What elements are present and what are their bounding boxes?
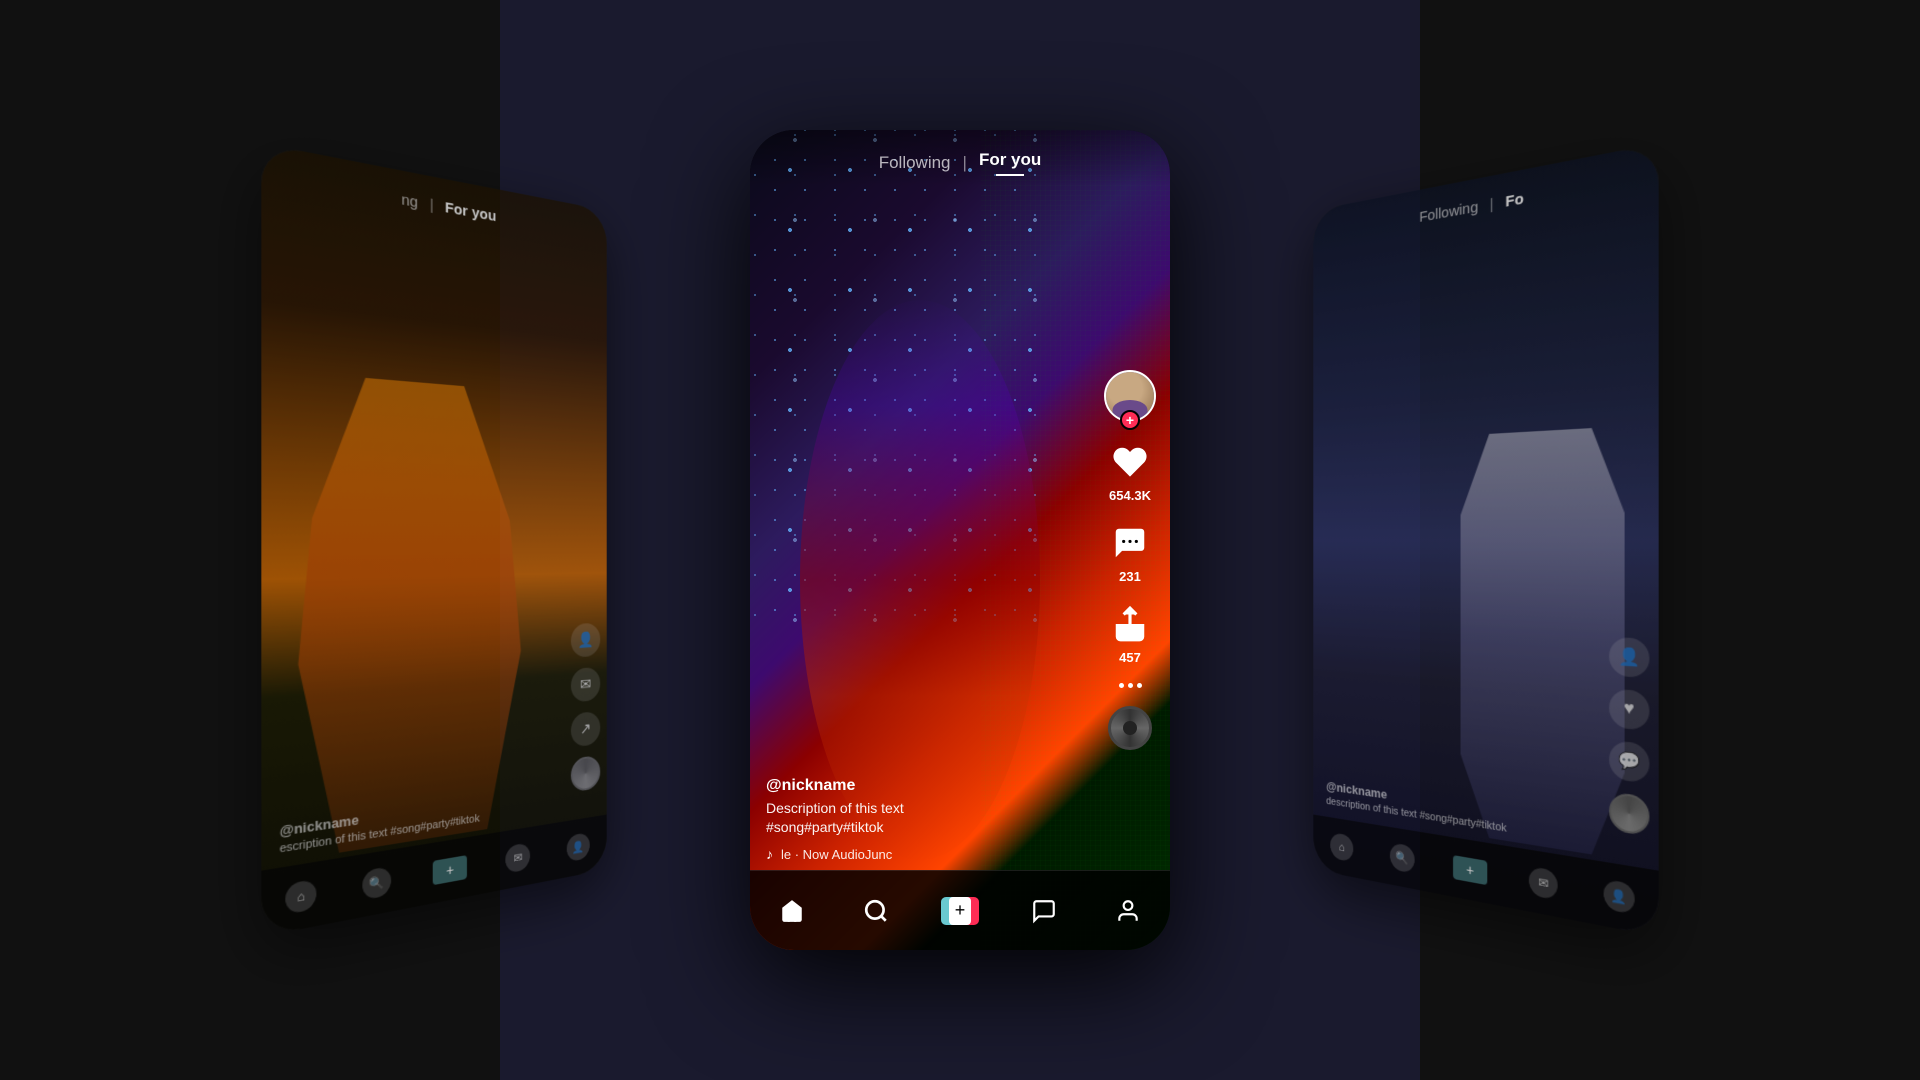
dot-3 — [1137, 683, 1142, 688]
comment-action: 231 — [1108, 521, 1152, 584]
more-action[interactable] — [1119, 683, 1142, 688]
nav-inbox[interactable] — [1002, 898, 1086, 924]
nav-search[interactable] — [834, 898, 918, 924]
video-description: Description of this text #song#party#tik… — [766, 799, 1100, 838]
nav-profile[interactable] — [1086, 898, 1170, 924]
comment-button[interactable] — [1108, 521, 1152, 565]
share-count: 457 — [1119, 650, 1141, 665]
left-nav-profile[interactable]: 👤 — [567, 832, 590, 862]
right-separator: | — [1490, 196, 1494, 214]
right-phone-content: Following | Fo 👤 ♥ 💬 @nickname descripti… — [1313, 143, 1658, 937]
video-username[interactable]: @nickname — [766, 777, 1100, 795]
right-nav-home[interactable]: ⌂ — [1330, 832, 1353, 862]
right-like-icon[interactable]: ♥ — [1609, 688, 1649, 731]
left-nav-search[interactable]: 🔍 — [362, 866, 391, 900]
music-bar: ♪ le · Now AudioJunc — [766, 846, 1100, 862]
left-separator: | — [430, 196, 434, 214]
right-profile-icon[interactable]: 👤 — [1609, 637, 1649, 678]
dot-1 — [1119, 683, 1124, 688]
left-profile-icon[interactable]: 👤 — [571, 623, 600, 658]
like-action: 654.3K — [1108, 440, 1152, 503]
right-comment-icon[interactable]: 💬 — [1609, 740, 1649, 784]
left-share-icon[interactable]: ↗ — [571, 711, 600, 748]
dot-2 — [1128, 683, 1133, 688]
share-button[interactable] — [1108, 602, 1152, 646]
music-name: le · Now AudioJunc — [781, 847, 892, 862]
main-nav-tabs: Following | For you — [750, 150, 1170, 176]
nav-home[interactable] — [750, 898, 834, 924]
music-disc[interactable] — [1108, 706, 1152, 750]
left-nav-inbox[interactable]: ✉ — [506, 842, 531, 873]
left-phone-content: ng | For you 👤 ✉ ↗ @nickname escription … — [261, 143, 606, 937]
more-dots-icon — [1119, 683, 1142, 688]
phone-header: Following | For you — [750, 130, 1170, 186]
like-count: 654.3K — [1109, 488, 1151, 503]
left-nav-add[interactable]: + — [433, 855, 467, 885]
comment-count: 231 — [1119, 569, 1141, 584]
right-nav-profile[interactable]: 👤 — [1603, 879, 1634, 915]
left-nav-home[interactable]: ⌂ — [286, 879, 317, 915]
add-btn-center: + — [949, 897, 971, 925]
bottom-navigation: + — [750, 870, 1170, 950]
left-following-tab[interactable]: ng — [401, 191, 418, 211]
share-action: 457 — [1108, 602, 1152, 665]
main-following-tab[interactable]: Following — [879, 153, 951, 173]
follow-plus-button[interactable]: + — [1120, 410, 1140, 430]
left-action-bar: 👤 ✉ ↗ — [571, 623, 600, 793]
main-foryou-tab[interactable]: For you — [979, 150, 1041, 169]
right-action-bar: 👤 ♥ 💬 — [1609, 637, 1649, 836]
like-button[interactable] — [1108, 440, 1152, 484]
left-inbox-icon[interactable]: ✉ — [571, 667, 600, 703]
creator-avatar-container: + — [1104, 370, 1156, 422]
music-note-icon: ♪ — [766, 846, 773, 862]
bottom-info: @nickname Description of this text #song… — [766, 777, 1100, 862]
right-nav-inbox[interactable]: ✉ — [1529, 866, 1558, 900]
right-phone: Following | Fo 👤 ♥ 💬 @nickname descripti… — [1313, 143, 1658, 937]
left-phone: ng | For you 👤 ✉ ↗ @nickname escription … — [261, 143, 606, 937]
main-separator: | — [963, 153, 967, 173]
nav-add[interactable]: + — [918, 896, 1002, 926]
add-video-button[interactable]: + — [938, 896, 982, 926]
action-bar: + 654.3K 231 — [1104, 370, 1156, 750]
right-foryou-tab[interactable]: Fo — [1505, 190, 1523, 211]
right-nav-add[interactable]: + — [1453, 855, 1487, 885]
active-tab-underline — [996, 174, 1024, 176]
right-nav-search[interactable]: 🔍 — [1390, 842, 1415, 873]
main-phone: Following | For you + 654.3K — [750, 130, 1170, 950]
